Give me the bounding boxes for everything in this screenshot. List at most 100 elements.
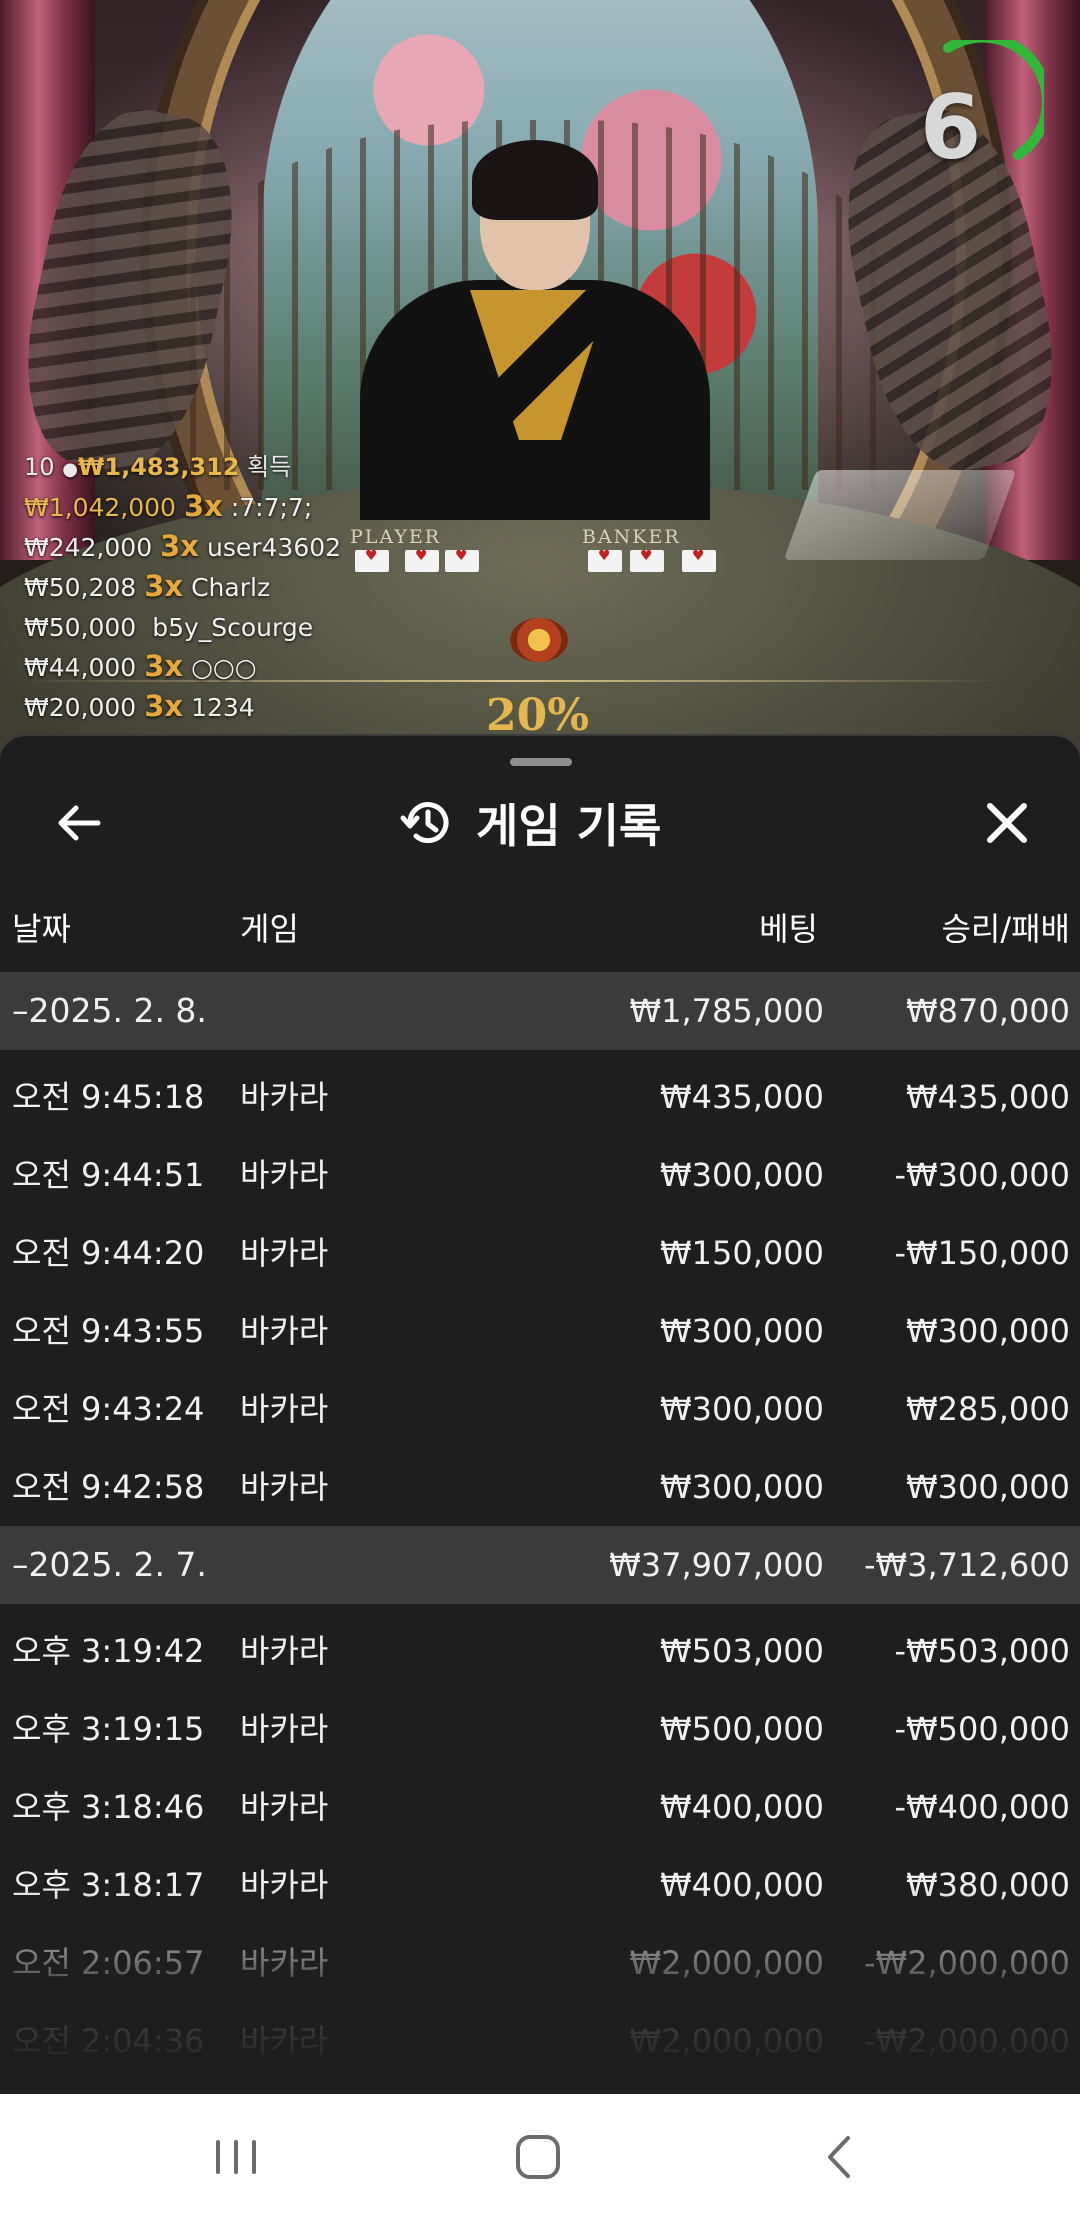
row-time: 오전 9:45:18 bbox=[12, 1078, 205, 1116]
history-row[interactable]: 오전 9:43:55 바카라 ₩300,000 ₩300,000 bbox=[0, 1292, 1080, 1370]
row-game: 바카라 bbox=[240, 1866, 329, 1904]
winner-name: Charlz bbox=[191, 573, 271, 602]
player-label: PLAYER bbox=[350, 526, 442, 548]
history-row[interactable]: 오전 9:45:18 바카라 ₩435,000 ₩435,000 bbox=[0, 1058, 1080, 1136]
sheet-title: 게임 기록 bbox=[476, 799, 662, 853]
row-time: 오후 3:19:15 bbox=[12, 1710, 205, 1748]
winner-row: ₩50,208 3x Charlz bbox=[24, 566, 341, 606]
winner-name: b5y_Scourge bbox=[152, 613, 314, 642]
winner-name: user43602 bbox=[207, 533, 342, 562]
back-arrow-icon[interactable] bbox=[52, 796, 106, 850]
date-group-row[interactable]: –2025. 2. 7. ₩37,907,000 -₩3,712,600 bbox=[0, 1526, 1080, 1604]
history-row[interactable]: 오전 2:04:36 바카라 ₩2,000,000 -₩2,000,000 bbox=[0, 2002, 1080, 2080]
date-group-row[interactable]: –2025. 2. 8. ₩1,785,000 ₩870,000 bbox=[0, 972, 1080, 1050]
table-chip-icon bbox=[510, 618, 568, 662]
row-game: 바카라 bbox=[240, 1710, 329, 1748]
winner-multiplier: 3x bbox=[144, 689, 184, 723]
home-icon[interactable] bbox=[498, 2124, 578, 2190]
row-bet: ₩2,000,000 bbox=[629, 2022, 825, 2060]
group-result-total: -₩3,712,600 bbox=[863, 1546, 1070, 1584]
row-time: 오후 3:19:42 bbox=[12, 1632, 205, 1670]
history-row[interactable]: 오후 3:18:46 바카라 ₩400,000 -₩400,000 bbox=[0, 1768, 1080, 1846]
winner-amount: ₩20,000 bbox=[24, 693, 137, 722]
history-row[interactable]: 오전 9:43:24 바카라 ₩300,000 ₩285,000 bbox=[0, 1370, 1080, 1448]
system-navigation-bar bbox=[0, 2094, 1080, 2220]
winner-row: ₩50,000 b5y_Scourge bbox=[24, 606, 341, 646]
banker-card-3 bbox=[682, 548, 716, 572]
row-game: 바카라 bbox=[240, 1078, 329, 1116]
history-row[interactable]: 오전 9:44:20 바카라 ₩150,000 -₩150,000 bbox=[0, 1214, 1080, 1292]
row-result: ₩285,000 bbox=[906, 1390, 1070, 1428]
drag-handle[interactable] bbox=[510, 758, 572, 766]
row-result: ₩300,000 bbox=[906, 1312, 1070, 1350]
live-video-stream[interactable]: PLAYER BANKER 20% 6 10 ●₩1,483,312 획득 ₩1… bbox=[0, 0, 1080, 760]
row-bet: ₩300,000 bbox=[660, 1312, 824, 1350]
history-row[interactable]: 오전 9:42:58 바카라 ₩300,000 ₩300,000 bbox=[0, 1448, 1080, 1526]
row-result: -₩400,000 bbox=[894, 1788, 1070, 1826]
sheet-header: 게임 기록 bbox=[400, 788, 661, 858]
banker-label: BANKER bbox=[582, 526, 681, 548]
row-result: -₩2,000,000 bbox=[863, 2022, 1070, 2060]
winners-total: ₩1,483,312 bbox=[77, 453, 240, 481]
row-game: 바카라 bbox=[240, 2022, 329, 2060]
countdown-timer: 6 bbox=[920, 76, 982, 179]
winner-row: ₩1,042,000 3x:7:7;7; bbox=[24, 486, 341, 526]
banker-card-1 bbox=[588, 548, 622, 572]
winner-name: ○○○ bbox=[191, 653, 257, 682]
dealer-hair bbox=[472, 140, 598, 220]
row-result: ₩435,000 bbox=[906, 1078, 1070, 1116]
winner-name: 1234 bbox=[191, 693, 255, 722]
row-bet: ₩435,000 bbox=[660, 1078, 824, 1116]
history-row[interactable]: 오후 3:19:42 바카라 ₩503,000 -₩503,000 bbox=[0, 1612, 1080, 1690]
back-icon[interactable] bbox=[800, 2124, 880, 2190]
row-game: 바카라 bbox=[240, 1312, 329, 1350]
row-result: ₩300,000 bbox=[906, 1468, 1070, 1506]
close-icon[interactable] bbox=[980, 796, 1034, 850]
row-time: 오후 3:18:46 bbox=[12, 1788, 205, 1826]
winners-header: 10 ●₩1,483,312 획득 bbox=[24, 448, 341, 486]
banker-card-2 bbox=[630, 548, 664, 572]
card-shoe bbox=[783, 470, 1017, 560]
row-time: 오후 3:18:17 bbox=[12, 1866, 205, 1904]
history-row[interactable]: 오후 3:19:15 바카라 ₩500,000 -₩500,000 bbox=[0, 1690, 1080, 1768]
row-time: 오전 9:42:58 bbox=[12, 1468, 205, 1506]
row-bet: ₩2,000,000 bbox=[629, 1944, 825, 1982]
column-header-result[interactable]: 승리/패배 bbox=[941, 904, 1070, 950]
row-bet: ₩300,000 bbox=[660, 1468, 824, 1506]
winner-multiplier: 3x bbox=[144, 649, 184, 683]
history-icon bbox=[400, 802, 449, 844]
winner-amount: ₩50,000 bbox=[24, 613, 137, 642]
recent-apps-icon[interactable] bbox=[196, 2124, 276, 2190]
row-time: 오전 9:44:20 bbox=[12, 1234, 205, 1272]
column-header-bet[interactable]: 베팅 bbox=[759, 904, 818, 950]
row-game: 바카라 bbox=[240, 1234, 329, 1272]
column-header-date[interactable]: 날짜 bbox=[12, 904, 71, 950]
winner-amount: ₩242,000 bbox=[24, 533, 153, 562]
group-date: –2025. 2. 7. bbox=[12, 1545, 207, 1584]
winner-row: ₩20,000 3x 1234 bbox=[24, 686, 341, 726]
row-result: -₩500,000 bbox=[894, 1710, 1070, 1748]
row-result: -₩300,000 bbox=[894, 1156, 1070, 1194]
row-result: ₩380,000 bbox=[906, 1866, 1070, 1904]
user-icon: ● bbox=[62, 459, 78, 480]
winner-multiplier: 3x bbox=[183, 489, 223, 523]
row-bet: ₩400,000 bbox=[660, 1866, 824, 1904]
group-bet-total: ₩37,907,000 bbox=[609, 1546, 824, 1584]
row-result: -₩2,000,000 bbox=[863, 1944, 1070, 1982]
history-row[interactable]: 오전 9:44:51 바카라 ₩300,000 -₩300,000 bbox=[0, 1136, 1080, 1214]
history-row[interactable]: 오전 2:06:57 바카라 ₩2,000,000 -₩2,000,000 bbox=[0, 1924, 1080, 2002]
row-game: 바카라 bbox=[240, 1788, 329, 1826]
column-header-game[interactable]: 게임 bbox=[240, 904, 299, 950]
row-bet: ₩300,000 bbox=[660, 1156, 824, 1194]
player-card-3 bbox=[445, 548, 479, 572]
row-game: 바카라 bbox=[240, 1156, 329, 1194]
row-game: 바카라 bbox=[240, 1632, 329, 1670]
row-time: 오전 9:44:51 bbox=[12, 1156, 205, 1194]
history-row[interactable]: 오후 3:18:17 바카라 ₩400,000 ₩380,000 bbox=[0, 1846, 1080, 1924]
winner-row: ₩44,000 3x ○○○ bbox=[24, 646, 341, 686]
group-result-total: ₩870,000 bbox=[906, 992, 1070, 1030]
row-result: -₩503,000 bbox=[894, 1632, 1070, 1670]
row-game: 바카라 bbox=[240, 1944, 329, 1982]
